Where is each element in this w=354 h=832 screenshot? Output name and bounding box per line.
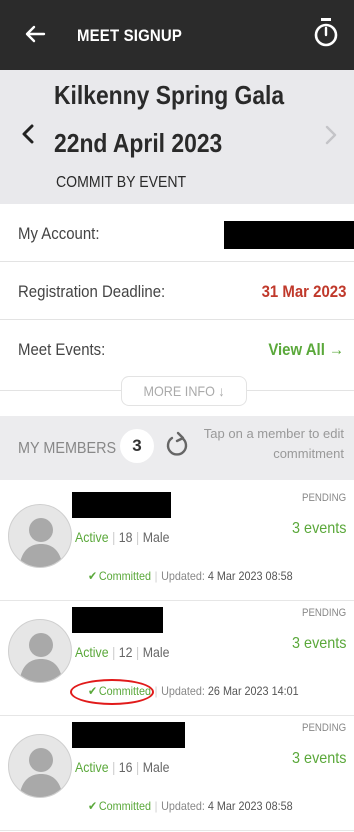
member-gender: Male [142, 759, 170, 775]
event-name: Kilkenny Spring Gala [54, 80, 285, 110]
member-card[interactable]: Active | 12 | Male PENDING 3 events ✔ Committ… [0, 601, 354, 716]
highlight-annotation [70, 679, 154, 705]
page-title: MEET SIGNUP [77, 26, 183, 45]
member-meta: Active | 12 | Male [75, 644, 170, 660]
event-header: Kilkenny Spring Gala 22nd April 2023 COM… [0, 70, 354, 204]
more-info-button[interactable]: MORE INFO ↓ [121, 376, 247, 406]
member-meta: Active | 18 | Male [75, 529, 170, 545]
top-app-bar: MEET SIGNUP [0, 0, 354, 70]
committed-label: Committed [98, 799, 152, 813]
refresh-icon[interactable] [163, 430, 191, 460]
check-icon: ✔ [88, 569, 98, 583]
members-hint: Tap on a member to edit commitment [203, 426, 344, 461]
member-events-count: 3 events [291, 635, 346, 652]
more-info-label: MORE INFO ↓ [143, 383, 225, 399]
meet-events-row: Meet Events: View All → [0, 320, 354, 378]
redacted-member-name [72, 492, 171, 518]
redacted-member-name [72, 722, 185, 748]
commit-status: ✔ Committed | Updated: 4 Mar 2023 08:58 [88, 569, 293, 583]
meet-events-label: Meet Events: [18, 340, 106, 359]
member-gender: Male [142, 529, 170, 545]
updated-label: Updated: [161, 684, 205, 698]
member-age: 18 [118, 529, 133, 545]
updated-date: 26 Mar 2023 14:01 [207, 684, 299, 698]
committed-label: Committed [98, 569, 152, 583]
avatar [8, 734, 72, 798]
updated-date: 4 Mar 2023 08:58 [207, 569, 293, 583]
chevron-right-icon[interactable] [322, 120, 340, 150]
member-status: Active [75, 529, 109, 545]
member-meta: Active | 16 | Male [75, 759, 170, 775]
avatar [8, 619, 72, 683]
members-count-badge: 3 [120, 429, 154, 463]
updated-date: 4 Mar 2023 08:58 [207, 799, 293, 813]
account-row: My Account: [0, 204, 354, 262]
stopwatch-icon[interactable] [312, 16, 340, 50]
member-card[interactable]: Active | 18 | Male PENDING 3 events ✔ Committ… [0, 486, 354, 601]
member-state: PENDING [301, 722, 346, 734]
commit-status: ✔ Committed | Updated: 4 Mar 2023 08:58 [88, 799, 293, 813]
view-all-link[interactable]: View All → [268, 340, 344, 360]
updated-label: Updated: [161, 569, 205, 583]
member-status: Active [75, 644, 109, 660]
avatar [8, 504, 72, 568]
deadline-row: Registration Deadline: 31 Mar 2023 [0, 262, 354, 320]
member-age: 12 [118, 644, 133, 660]
member-events-count: 3 events [291, 750, 346, 767]
account-label: My Account: [18, 224, 100, 243]
chevron-left-icon[interactable] [18, 118, 38, 150]
person-silhouette-icon [19, 518, 63, 567]
person-silhouette-icon [19, 748, 63, 797]
deadline-value: 31 Mar 2023 [261, 282, 346, 301]
member-events-count: 3 events [291, 520, 346, 537]
member-gender: Male [142, 644, 170, 660]
member-card[interactable]: Active | 16 | Male PENDING 3 events ✔ Committ… [0, 716, 354, 831]
person-silhouette-icon [19, 633, 63, 682]
member-state: PENDING [301, 607, 346, 619]
commit-mode-label: COMMIT BY EVENT [56, 174, 187, 191]
check-icon: ✔ [88, 799, 98, 813]
redacted-account-value [224, 221, 354, 249]
members-header: MY MEMBERS 3 Tap on a member to edit com… [0, 416, 354, 480]
member-state: PENDING [301, 492, 346, 504]
members-title: MY MEMBERS [18, 440, 117, 457]
member-status: Active [75, 759, 109, 775]
event-date: 22nd April 2023 [54, 128, 223, 158]
updated-label: Updated: [161, 799, 205, 813]
redacted-member-name [72, 607, 163, 633]
arrow-left-icon[interactable] [22, 20, 50, 48]
member-age: 16 [118, 759, 133, 775]
deadline-label: Registration Deadline: [18, 282, 166, 301]
